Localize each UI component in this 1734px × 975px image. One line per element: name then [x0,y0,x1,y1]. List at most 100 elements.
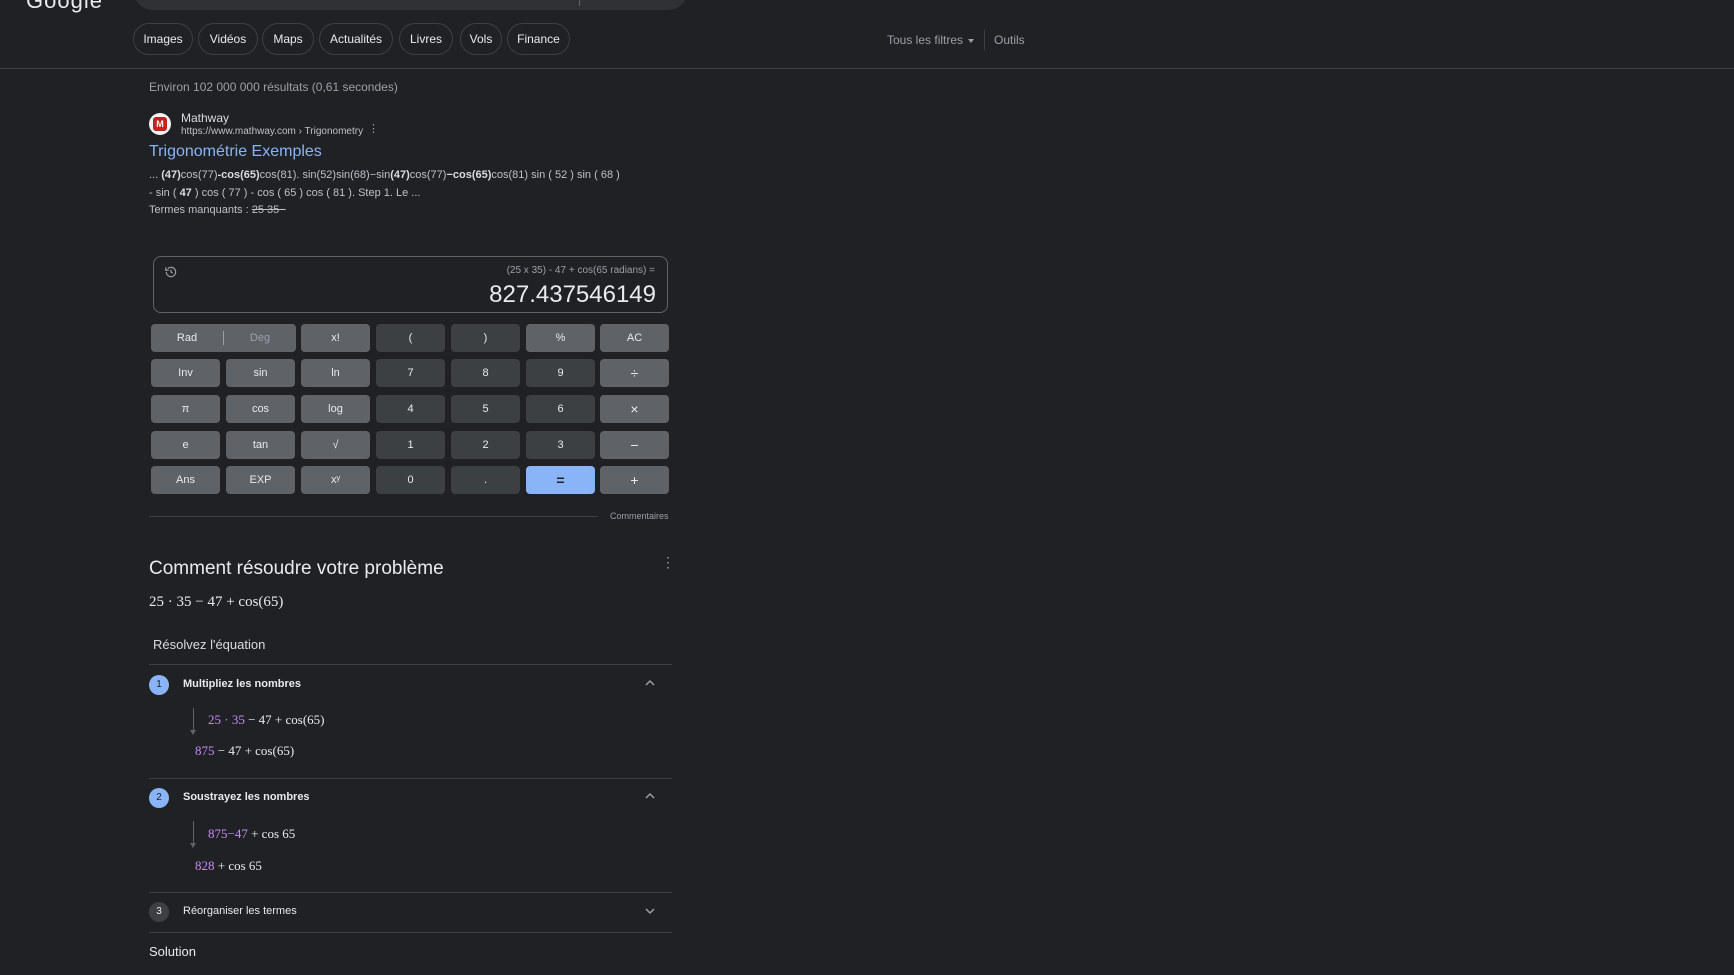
key-pi[interactable]: π [151,395,220,423]
step-result-expression: 875 − 47 + cos(65) [195,743,294,759]
key-equals[interactable]: = [526,466,595,494]
tools-button[interactable]: Outils [994,33,1025,47]
key-7[interactable]: 7 [376,359,445,387]
key-minus[interactable]: − [600,431,669,459]
key-multiply[interactable]: × [600,395,669,423]
step-divider [149,778,672,779]
key-6[interactable]: 6 [526,395,595,423]
tab-maps[interactable]: Maps [262,23,314,55]
key-tan[interactable]: tan [226,431,295,459]
result-more-icon[interactable]: ⋮ [368,124,379,135]
rad-deg-toggle[interactable]: Rad Deg [151,324,296,352]
step-arrow-line [193,821,194,845]
step-arrow-line [193,708,194,732]
rad-button[interactable]: Rad [151,324,223,352]
favicon-letter: M [153,117,167,131]
key-5[interactable]: 5 [451,395,520,423]
step-result-expression: 828 + cos 65 [195,858,262,874]
key-8[interactable]: 8 [451,359,520,387]
key-1[interactable]: 1 [376,431,445,459]
missing-terms: Termes manquants : 25 35− [149,204,286,216]
result-stats: Environ 102 000 000 résultats (0,61 seco… [149,80,398,94]
calculator-divider [149,516,598,517]
google-logo[interactable]: Google [26,0,103,14]
highlighted-term: 25 · 35 [208,712,245,727]
snippet-segment: ... [149,169,162,181]
all-filters-label: Tous les filtres [887,33,964,47]
calculator-result: 827.437546149 [489,281,656,308]
history-icon[interactable] [164,265,178,279]
step-divider [149,932,672,933]
step-from-expression: 875−47 + cos 65 [208,826,295,842]
snippet-segment: -cos(65) [217,169,260,181]
missing-terms-label: Termes manquants : [149,204,252,216]
snippet-segment: cos(81) sin ( 52 ) sin ( 68 ) [491,169,620,181]
key-0[interactable]: 0 [376,466,445,494]
highlighted-term: 828 [195,858,215,873]
key-sqrt[interactable]: √ [301,431,370,459]
math-term: − 47 + cos(65) [244,712,325,727]
highlighted-term: 875−47 [208,826,248,841]
all-filters-button[interactable]: Tous les filtres [887,33,975,47]
snippet-segment: ) cos ( 77 ) - cos ( 65 ) cos ( 81 ). St… [191,187,421,199]
result-site-name[interactable]: Mathway [181,111,229,125]
step-title[interactable]: Réorganiser les termes [183,905,297,917]
solution-label: Solution [149,944,196,959]
key-sin[interactable]: sin [226,359,295,387]
step-arrow-icon [190,730,196,735]
tab-actualités[interactable]: Actualités [319,23,393,55]
solver-title: Comment résoudre votre problème [149,558,444,579]
key-ln[interactable]: ln [301,359,370,387]
step-title[interactable]: Multipliez les nombres [183,678,301,690]
snippet-segment: cos(77) [409,169,447,181]
search-input[interactable] [133,0,688,10]
chevron-up-icon[interactable] [644,790,656,802]
math-term: + cos 65 [247,826,296,841]
step-number: 2 [149,788,169,808]
step-title[interactable]: Soustrayez les nombres [183,791,310,803]
result-snippet-line-1: ... (47)cos(77)-cos(65)cos(81). sin(52)s… [149,169,620,181]
key-divide[interactable]: ÷ [600,359,669,387]
key-log[interactable]: log [301,395,370,423]
math-term: − 47 + cos(65) [214,743,295,758]
key-exp[interactable]: EXP [226,466,295,494]
key-euler[interactable]: e [151,431,220,459]
tab-livres[interactable]: Livres [399,23,453,55]
snippet-segment: (47) [390,169,410,181]
key-4[interactable]: 4 [376,395,445,423]
chevron-down-icon[interactable] [644,905,656,917]
key-factorial[interactable]: x! [301,324,370,352]
tab-vols[interactable]: Vols [460,23,502,55]
key-power[interactable]: xʸ [301,466,370,494]
key-open-paren[interactable]: ( [376,324,445,352]
result-url[interactable]: https://www.mathway.com › Trigonometry [181,126,363,137]
key-9[interactable]: 9 [526,359,595,387]
math-term: + cos 65 [214,858,262,873]
key-answer[interactable]: Ans [151,466,220,494]
snippet-segment: 47 [179,187,192,199]
key-inverse[interactable]: Inv [151,359,220,387]
step-number: 1 [149,675,169,695]
tab-images[interactable]: Images [133,23,193,55]
step-arrow-icon [190,843,196,848]
key-decimal[interactable]: . [451,466,520,494]
key-plus[interactable]: + [600,466,669,494]
key-2[interactable]: 2 [451,431,520,459]
tools-divider [984,30,985,50]
key-close-paren[interactable]: ) [451,324,520,352]
key-cos[interactable]: cos [226,395,295,423]
top-bar: Google Images Vidéos Maps Actualités Livres V… [0,0,1734,69]
key-all-clear[interactable]: AC [600,324,669,352]
solver-more-icon[interactable]: ⋮ [661,555,675,569]
result-title-link[interactable]: Trigonométrie Exemples [149,143,322,161]
deg-button[interactable]: Deg [224,324,296,352]
chevron-up-icon[interactable] [644,677,656,689]
key-3[interactable]: 3 [526,431,595,459]
highlighted-term: 875 [195,743,215,758]
snippet-segment: −cos(65) [446,169,492,181]
feedback-link[interactable]: Commentaires [610,511,669,521]
tab-vidéos[interactable]: Vidéos [198,23,258,55]
mathway-favicon-icon: M [149,113,171,135]
tab-finance[interactable]: Finance [507,23,570,55]
key-percent[interactable]: % [526,324,595,352]
